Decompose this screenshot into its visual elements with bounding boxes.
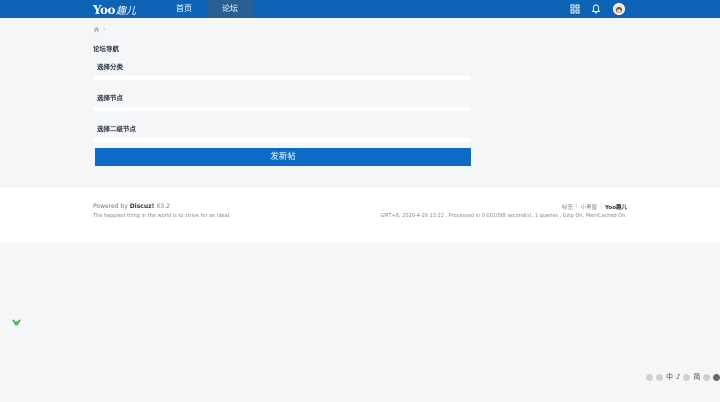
ime-punct-icon[interactable] — [683, 373, 691, 381]
ime-simplified-mode[interactable]: 简 — [693, 372, 700, 382]
new-post-button[interactable]: 发新帖 — [95, 148, 471, 166]
discuz-link[interactable]: Discuz! — [130, 203, 155, 210]
ime-toolbar: 中 ♪ 简 — [646, 372, 720, 382]
category-select[interactable] — [93, 76, 471, 80]
logo-chinese: 趣儿 — [116, 6, 137, 17]
footer-separator: | — [600, 203, 602, 209]
ime-music-icon[interactable]: ♪ — [676, 373, 680, 381]
logo-latin: Yoo — [93, 3, 116, 17]
home-icon[interactable] — [93, 26, 100, 33]
footer-link-site[interactable]: Yoo趣儿 — [605, 203, 627, 211]
footer-stats: GMT+8, 2020-4-26 23:22 , Processed in 0.… — [380, 213, 627, 219]
notification-bell-icon[interactable] — [591, 4, 601, 14]
powered-by: Powered by Discuz! X3.2 — [93, 203, 170, 210]
footer-link-blacklist[interactable]: 小黑屋 — [581, 203, 598, 211]
node-select[interactable] — [93, 107, 471, 111]
select-subnode-label: 选择二级节点 — [97, 125, 136, 133]
footer-tagline: The happiest thing in the world is to st… — [93, 213, 231, 219]
floating-widget-icon[interactable] — [12, 318, 21, 327]
user-avatar[interactable] — [613, 3, 625, 15]
avatar-face — [617, 9, 621, 13]
subnode-select[interactable] — [93, 138, 471, 142]
site-footer: Powered by Discuz! X3.2 The happiest thi… — [0, 188, 720, 243]
top-navbar: Yoo 趣儿 首页 论坛 — [0, 0, 720, 18]
ime-chinese-mode[interactable]: 中 — [666, 372, 673, 382]
post-form-area: › 论坛导航 选择分类 选择节点 选择二级节点 发新帖 — [0, 18, 720, 188]
forum-nav-title: 论坛导航 — [93, 45, 119, 53]
breadcrumb-separator: › — [103, 26, 106, 33]
select-node-label: 选择节点 — [97, 94, 123, 102]
powered-version: X3.2 — [154, 203, 170, 210]
ime-settings-icon[interactable] — [713, 373, 720, 381]
nav-forum[interactable]: 论坛 — [207, 0, 253, 18]
nav-home[interactable]: 首页 — [161, 0, 207, 18]
ime-status-icon[interactable] — [646, 373, 653, 381]
footer-separator: | — [575, 203, 578, 209]
apps-grid-icon[interactable] — [570, 4, 580, 14]
ime-mode-icon[interactable] — [656, 373, 663, 381]
footer-links: 标签 | 小黑屋 | Yoo趣儿 — [562, 203, 627, 211]
ime-skin-icon[interactable] — [703, 373, 711, 381]
site-logo[interactable]: Yoo 趣儿 — [93, 2, 137, 17]
select-category-label: 选择分类 — [97, 63, 123, 71]
breadcrumb: › — [93, 26, 105, 33]
main-nav: 首页 论坛 — [161, 0, 253, 18]
powered-prefix: Powered by — [93, 203, 130, 210]
footer-link-tags[interactable]: 标签 — [562, 203, 573, 211]
